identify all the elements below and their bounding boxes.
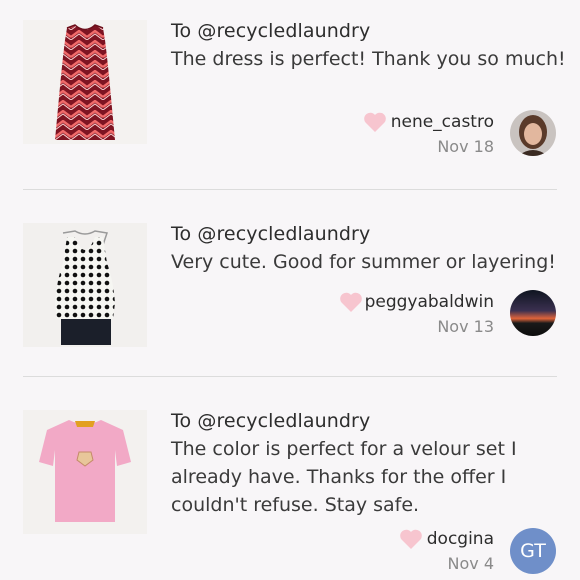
author-avatar[interactable] [510, 110, 556, 156]
author-username[interactable]: peggyabaldwin [365, 292, 494, 312]
recipient-label: To @recycledlaundry [171, 223, 371, 245]
heart-icon[interactable] [363, 111, 387, 133]
recipient-label: To @recycledlaundry [171, 410, 371, 432]
author-username[interactable]: nene_castro [391, 112, 494, 132]
zigzag-dress-image [23, 20, 147, 144]
note-date: Nov 13 [437, 317, 494, 336]
product-thumbnail[interactable] [23, 20, 147, 144]
note-date: Nov 18 [437, 137, 494, 156]
author-avatar[interactable]: GT [510, 528, 556, 574]
heart-icon[interactable] [399, 528, 423, 550]
author-avatar[interactable] [510, 290, 556, 336]
love-note-item: To @recycledlaundry The dress is perfect… [0, 0, 580, 190]
love-note-message: The dress is perfect! Thank you so much! [171, 48, 566, 70]
recipient-label: To @recycledlaundry [171, 20, 371, 42]
love-note-item: To @recycledlaundry The color is perfect… [0, 378, 580, 580]
divider [23, 189, 557, 190]
note-date: Nov 4 [447, 554, 495, 573]
polka-dot-top-image [23, 223, 147, 347]
love-note-message: Very cute. Good for summer or layering! [171, 251, 556, 273]
sunset-photo-icon [510, 290, 556, 336]
heart-icon[interactable] [339, 291, 363, 313]
author-username[interactable]: docgina [427, 529, 494, 549]
avatar-initials: GT [520, 540, 546, 562]
profile-photo-icon [510, 110, 556, 156]
pink-tshirt-image [23, 410, 147, 534]
divider [23, 376, 557, 377]
love-note-item: To @recycledlaundry Very cute. Good for … [0, 191, 580, 377]
love-note-message: The color is perfect for a velour set I … [171, 438, 517, 516]
product-thumbnail[interactable] [23, 223, 147, 347]
product-thumbnail[interactable] [23, 410, 147, 534]
love-notes-feed: To @recycledlaundry The dress is perfect… [0, 0, 580, 580]
